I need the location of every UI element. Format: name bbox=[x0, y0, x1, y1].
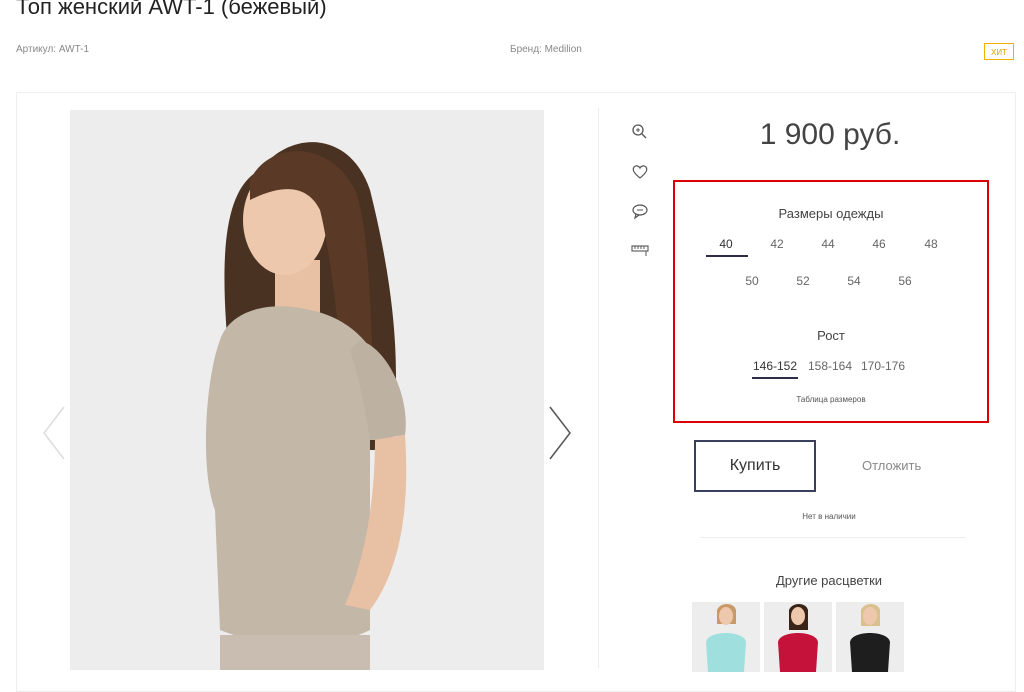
thumbnail-image bbox=[692, 602, 760, 672]
size-option-52[interactable]: 52 bbox=[783, 274, 823, 288]
color-thumbnail-red[interactable] bbox=[764, 602, 832, 672]
defer-button[interactable]: Отложить bbox=[862, 458, 921, 473]
prev-image-arrow[interactable] bbox=[42, 405, 66, 461]
model-illustration bbox=[70, 110, 544, 670]
ruler-icon[interactable] bbox=[630, 240, 650, 260]
size-option-46[interactable]: 46 bbox=[859, 237, 899, 251]
stock-status: Нет в наличии bbox=[802, 512, 856, 521]
sizes-heading: Размеры одежды bbox=[778, 206, 884, 221]
height-option-158-164[interactable]: 158-164 bbox=[804, 359, 856, 373]
divider bbox=[700, 537, 966, 538]
divider bbox=[598, 108, 599, 668]
size-selector-panel: Размеры одежды 40 42 44 46 48 50 52 54 5… bbox=[673, 180, 989, 423]
thumbnail-image bbox=[764, 602, 832, 672]
height-option-146-152[interactable]: 146-152 bbox=[750, 359, 800, 373]
size-option-56[interactable]: 56 bbox=[885, 274, 925, 288]
selected-height-underline bbox=[752, 377, 798, 379]
selected-size-underline bbox=[706, 255, 748, 257]
product-title: Топ женский AWT-1 (бежевый) bbox=[16, 0, 327, 19]
size-option-42[interactable]: 42 bbox=[757, 237, 797, 251]
article-label: Артикул: AWT-1 bbox=[16, 44, 90, 55]
color-thumbnail-mint[interactable] bbox=[692, 602, 760, 672]
product-price: 1 900 руб. bbox=[759, 118, 901, 151]
size-table-link[interactable]: Таблица размеров bbox=[675, 395, 987, 404]
size-option-44[interactable]: 44 bbox=[808, 237, 848, 251]
size-option-48[interactable]: 48 bbox=[911, 237, 951, 251]
height-heading: Рост bbox=[817, 328, 845, 343]
buy-button[interactable]: Купить bbox=[694, 440, 816, 492]
size-option-50[interactable]: 50 bbox=[732, 274, 772, 288]
height-option-170-176[interactable]: 170-176 bbox=[857, 359, 909, 373]
color-thumbnail-black[interactable] bbox=[836, 602, 904, 672]
next-image-arrow[interactable] bbox=[548, 405, 572, 461]
zoom-icon[interactable] bbox=[630, 122, 650, 142]
thumbnail-image bbox=[836, 602, 904, 672]
heart-icon[interactable] bbox=[630, 162, 650, 182]
brand-label[interactable]: Бренд: Medilion bbox=[510, 44, 582, 55]
other-colors-heading: Другие расцветки bbox=[775, 573, 883, 588]
size-option-40[interactable]: 40 bbox=[706, 237, 746, 251]
hit-badge: ХИТ bbox=[984, 43, 1014, 60]
size-option-54[interactable]: 54 bbox=[834, 274, 874, 288]
comment-icon[interactable] bbox=[630, 201, 650, 221]
product-photo[interactable] bbox=[70, 110, 544, 670]
